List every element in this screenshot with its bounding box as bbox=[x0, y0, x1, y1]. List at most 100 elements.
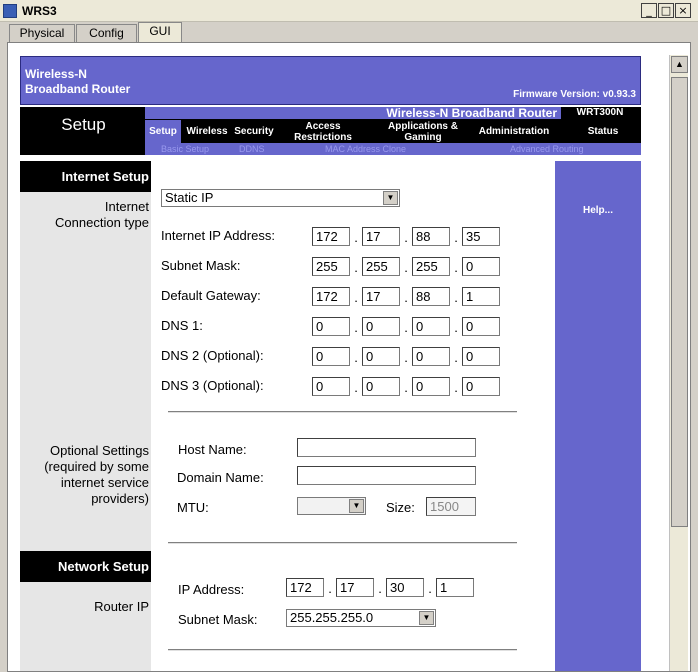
nav-tab-security[interactable]: Security bbox=[231, 120, 277, 143]
gateway-octet-3[interactable]: 88 bbox=[412, 287, 450, 306]
dot-separator: . bbox=[428, 581, 432, 596]
scroll-thumb[interactable] bbox=[671, 77, 688, 527]
nav-tabs: Setup Wireless Security Access Restricti… bbox=[145, 120, 641, 143]
nav-tab-administration[interactable]: Administration bbox=[473, 120, 555, 143]
domain-name-input[interactable] bbox=[297, 466, 476, 485]
dns2-octet-2[interactable]: 0 bbox=[362, 347, 400, 366]
domain-name-label: Domain Name: bbox=[177, 470, 264, 485]
router-ip-octet-1[interactable]: 172 bbox=[286, 578, 324, 597]
chevron-down-icon[interactable]: ▼ bbox=[419, 611, 434, 625]
internet-ip-octet-2[interactable]: 17 bbox=[362, 227, 400, 246]
dns2-octet-4[interactable]: 0 bbox=[462, 347, 500, 366]
dns2-octet-1[interactable]: 0 bbox=[312, 347, 350, 366]
help-link[interactable]: Help... bbox=[555, 205, 641, 216]
dot-separator: . bbox=[454, 350, 458, 365]
host-name-input[interactable] bbox=[297, 438, 476, 457]
section-divider bbox=[168, 649, 517, 651]
connection-type-label: Internet Connection type bbox=[20, 199, 151, 231]
dot-separator: . bbox=[404, 260, 408, 275]
mtu-select[interactable]: ▼ bbox=[297, 497, 366, 515]
internet-setup-heading: Internet Setup bbox=[20, 161, 151, 192]
connection-type-label-line2: Connection type bbox=[55, 215, 149, 230]
default-gateway-label: Default Gateway: bbox=[161, 288, 261, 303]
subnet-mask-octet-3[interactable]: 255 bbox=[412, 257, 450, 276]
router-subnet-mask-value: 255.255.255.0 bbox=[290, 610, 374, 625]
router-ip-octet-2[interactable]: 17 bbox=[336, 578, 374, 597]
dot-separator: . bbox=[404, 320, 408, 335]
dns3-octet-1[interactable]: 0 bbox=[312, 377, 350, 396]
gateway-octet-4[interactable]: 1 bbox=[462, 287, 500, 306]
dns1-label: DNS 1: bbox=[161, 318, 203, 333]
router-ip-octet-3[interactable]: 30 bbox=[386, 578, 424, 597]
mtu-label: MTU: bbox=[177, 500, 209, 515]
internet-ip-octet-1[interactable]: 172 bbox=[312, 227, 350, 246]
nav-tab-access-restrictions[interactable]: Access Restrictions bbox=[285, 120, 361, 143]
router-ip-address-label: IP Address: bbox=[178, 582, 245, 597]
router-ip-octet-4[interactable]: 1 bbox=[436, 578, 474, 597]
dot-separator: . bbox=[404, 350, 408, 365]
dns3-octet-3[interactable]: 0 bbox=[412, 377, 450, 396]
window-title: WRS3 bbox=[22, 4, 57, 18]
window-titlebar: WRS3 _ □ × bbox=[0, 0, 698, 22]
section-divider bbox=[168, 411, 517, 413]
router-banner: Wireless-N Broadband Router Firmware Ver… bbox=[20, 56, 641, 105]
section-title: Setup bbox=[61, 115, 106, 134]
dot-separator: . bbox=[454, 260, 458, 275]
optional-label-line2: (required by some bbox=[44, 459, 149, 474]
minimize-button[interactable]: _ bbox=[641, 3, 657, 18]
network-setup-heading: Network Setup bbox=[20, 551, 151, 582]
section-divider bbox=[168, 542, 517, 544]
chevron-down-icon[interactable]: ▼ bbox=[349, 499, 364, 513]
nav-tab-applications-gaming[interactable]: Applications & Gaming bbox=[381, 120, 465, 143]
dns1-octet-1[interactable]: 0 bbox=[312, 317, 350, 336]
dot-separator: . bbox=[404, 230, 408, 245]
subnav-ddns[interactable]: DDNS bbox=[239, 143, 265, 155]
vertical-scrollbar[interactable]: ▲ bbox=[669, 55, 688, 671]
dot-separator: . bbox=[354, 260, 358, 275]
optional-label-line3: internet service bbox=[60, 475, 149, 490]
dns3-octet-4[interactable]: 0 bbox=[462, 377, 500, 396]
internet-ip-label: Internet IP Address: bbox=[161, 228, 275, 243]
dns2-octet-3[interactable]: 0 bbox=[412, 347, 450, 366]
main-nav: Setup Wireless-N Broadband Router WRT300… bbox=[20, 107, 641, 143]
nav-tab-status[interactable]: Status bbox=[565, 120, 641, 143]
scroll-up-icon[interactable]: ▲ bbox=[671, 56, 688, 73]
dot-separator: . bbox=[328, 581, 332, 596]
nav-tab-wireless[interactable]: Wireless bbox=[183, 120, 231, 143]
subnav-basic-setup[interactable]: Basic Setup bbox=[161, 143, 209, 155]
subnet-mask-octet-1[interactable]: 255 bbox=[312, 257, 350, 276]
maximize-button[interactable]: □ bbox=[658, 3, 674, 18]
brand-line2: Broadband Router bbox=[25, 82, 131, 96]
tab-config[interactable]: Config bbox=[76, 24, 137, 42]
gateway-octet-1[interactable]: 172 bbox=[312, 287, 350, 306]
dot-separator: . bbox=[354, 230, 358, 245]
subnet-mask-octet-4[interactable]: 0 bbox=[462, 257, 500, 276]
tab-physical[interactable]: Physical bbox=[9, 24, 75, 42]
router-subnet-mask-label: Subnet Mask: bbox=[178, 612, 258, 627]
gateway-octet-2[interactable]: 17 bbox=[362, 287, 400, 306]
dot-separator: . bbox=[454, 230, 458, 245]
dns3-octet-2[interactable]: 0 bbox=[362, 377, 400, 396]
close-button[interactable]: × bbox=[675, 3, 691, 18]
internet-ip-octet-4[interactable]: 35 bbox=[462, 227, 500, 246]
brand-line1: Wireless-N bbox=[25, 67, 87, 81]
nav-tab-setup[interactable]: Setup bbox=[145, 120, 181, 143]
dns1-octet-2[interactable]: 0 bbox=[362, 317, 400, 336]
app-icon bbox=[3, 4, 17, 18]
connection-type-select[interactable]: Static IP ▼ bbox=[161, 189, 400, 207]
router-page: Wireless-N Broadband Router Firmware Ver… bbox=[20, 56, 641, 671]
internet-ip-octet-3[interactable]: 88 bbox=[412, 227, 450, 246]
dot-separator: . bbox=[404, 380, 408, 395]
host-name-label: Host Name: bbox=[178, 442, 247, 457]
subnav-mac-address-clone[interactable]: MAC Address Clone bbox=[325, 143, 406, 155]
subnet-mask-octet-2[interactable]: 255 bbox=[362, 257, 400, 276]
chevron-down-icon[interactable]: ▼ bbox=[383, 191, 398, 205]
dns1-octet-4[interactable]: 0 bbox=[462, 317, 500, 336]
router-subnet-mask-select[interactable]: 255.255.255.0 ▼ bbox=[286, 609, 436, 627]
tab-gui[interactable]: GUI bbox=[138, 22, 182, 43]
dns1-octet-3[interactable]: 0 bbox=[412, 317, 450, 336]
connection-type-label-line1: Internet bbox=[104, 199, 149, 214]
mtu-size-input[interactable]: 1500 bbox=[426, 497, 476, 516]
optional-settings-label: Optional Settings (required by some inte… bbox=[20, 443, 151, 507]
subnav-advanced-routing[interactable]: Advanced Routing bbox=[510, 143, 584, 155]
